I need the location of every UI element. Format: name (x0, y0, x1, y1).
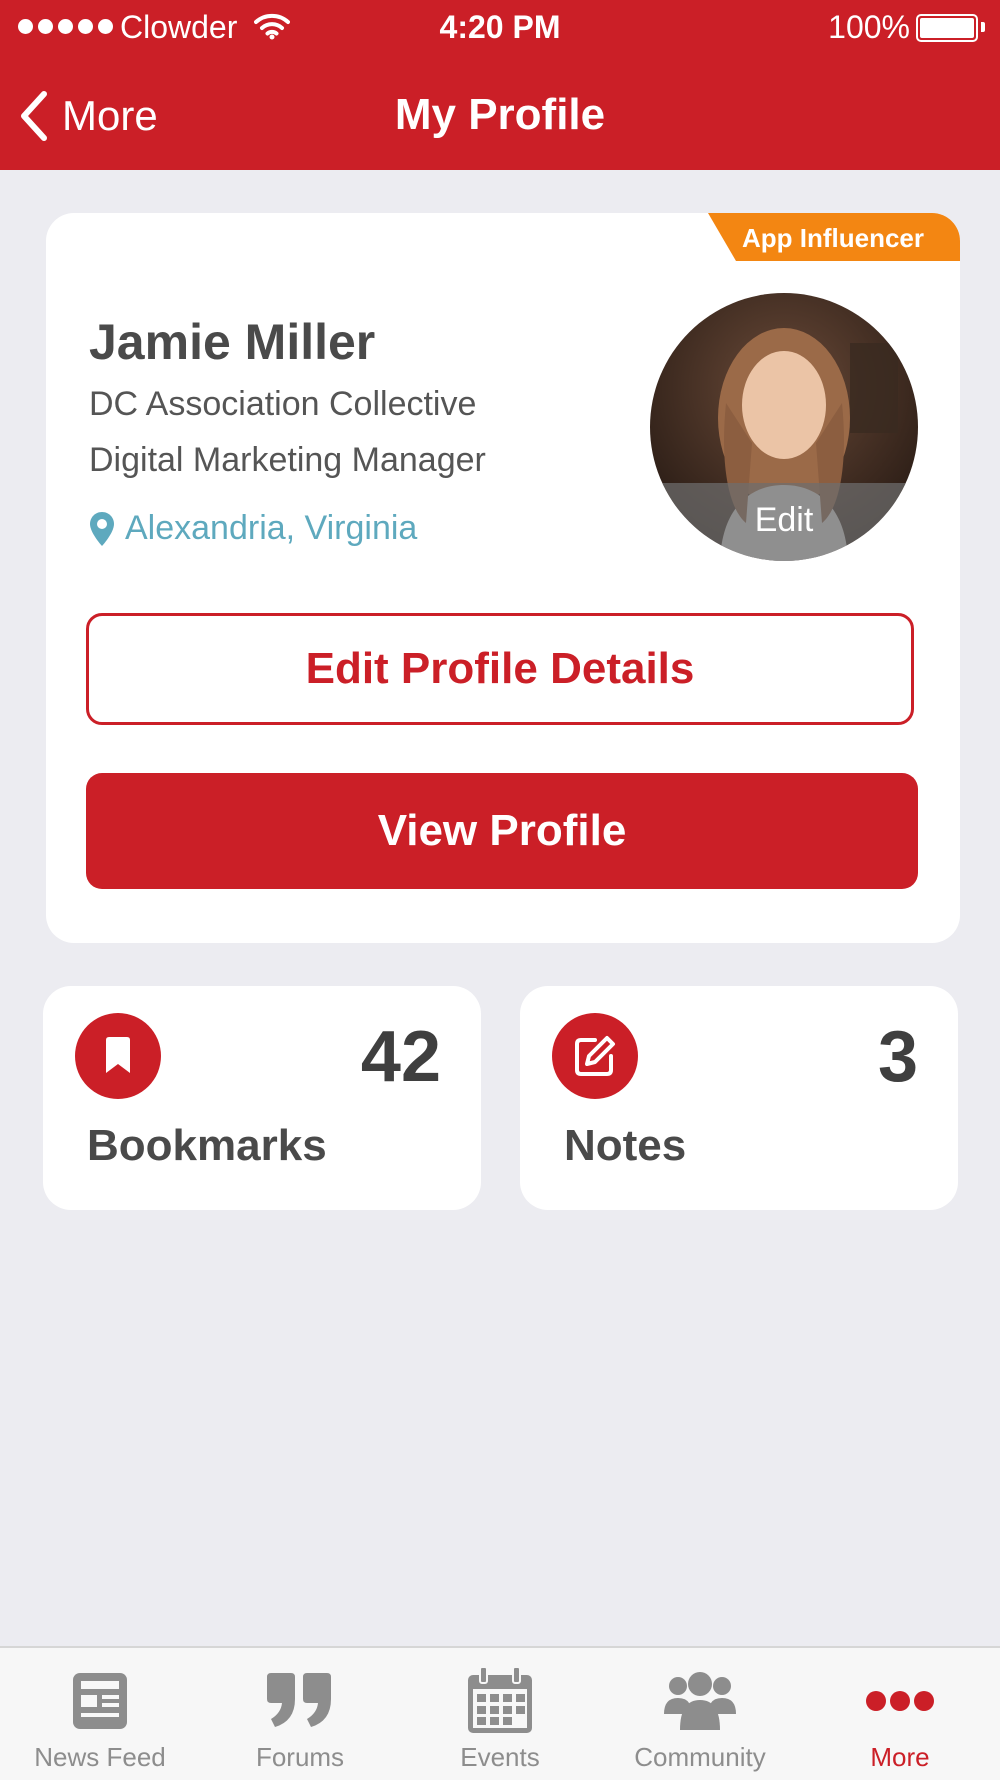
tab-label: More (870, 1742, 930, 1772)
news-feed-icon (0, 1664, 200, 1738)
bookmarks-card[interactable]: 42 Bookmarks (43, 986, 481, 1210)
profile-card: App Influencer Jamie Miller DC Associati… (46, 213, 960, 943)
bookmark-icon (75, 1013, 161, 1099)
app-header: Clowder 4:20 PM 100% More My Profile (0, 0, 1000, 170)
tab-community[interactable]: Community (600, 1648, 800, 1780)
battery-percent: 100% (828, 9, 910, 45)
status-bar: Clowder 4:20 PM 100% (0, 0, 1000, 56)
tab-label: Events (460, 1742, 540, 1772)
page-title: My Profile (394, 90, 606, 139)
tab-bar: News Feed Forums Events Community More (0, 1646, 1000, 1780)
edit-profile-details-button[interactable]: Edit Profile Details (86, 613, 914, 725)
notes-card[interactable]: 3 Notes (520, 986, 958, 1210)
influencer-badge: App Influencer (708, 213, 960, 261)
profile-organization: DC Association Collective (89, 385, 477, 423)
location-text: Alexandria, Virginia (125, 509, 418, 547)
tab-more[interactable]: More (800, 1648, 1000, 1780)
avatar-edit-label: Edit (650, 483, 918, 561)
profile-name: Jamie Miller (89, 314, 376, 370)
tab-label: Community (634, 1742, 766, 1772)
bookmarks-count: 42 (360, 1017, 441, 1097)
profile-location: Alexandria, Virginia (89, 509, 417, 548)
battery-tip (981, 22, 985, 32)
view-profile-button[interactable]: View Profile (86, 773, 918, 889)
notes-label: Notes (564, 1121, 687, 1170)
tab-label: News Feed (34, 1742, 166, 1772)
people-icon (600, 1664, 800, 1738)
tab-events[interactable]: Events (400, 1648, 600, 1780)
more-dots-icon (800, 1664, 1000, 1738)
battery-icon (916, 14, 978, 42)
location-pin-icon (90, 511, 114, 546)
tab-label: Forums (255, 1742, 345, 1772)
quote-icon (200, 1664, 400, 1738)
profile-job-title: Digital Marketing Manager (89, 441, 486, 479)
edit-note-icon (552, 1013, 638, 1099)
notes-count: 3 (877, 1017, 918, 1097)
tab-news-feed[interactable]: News Feed (0, 1648, 200, 1780)
bookmarks-label: Bookmarks (87, 1121, 327, 1170)
influencer-badge-label: App Influencer (742, 223, 925, 253)
tab-forums[interactable]: Forums (200, 1648, 400, 1780)
avatar[interactable]: Edit (650, 293, 918, 561)
calendar-icon (400, 1664, 600, 1738)
